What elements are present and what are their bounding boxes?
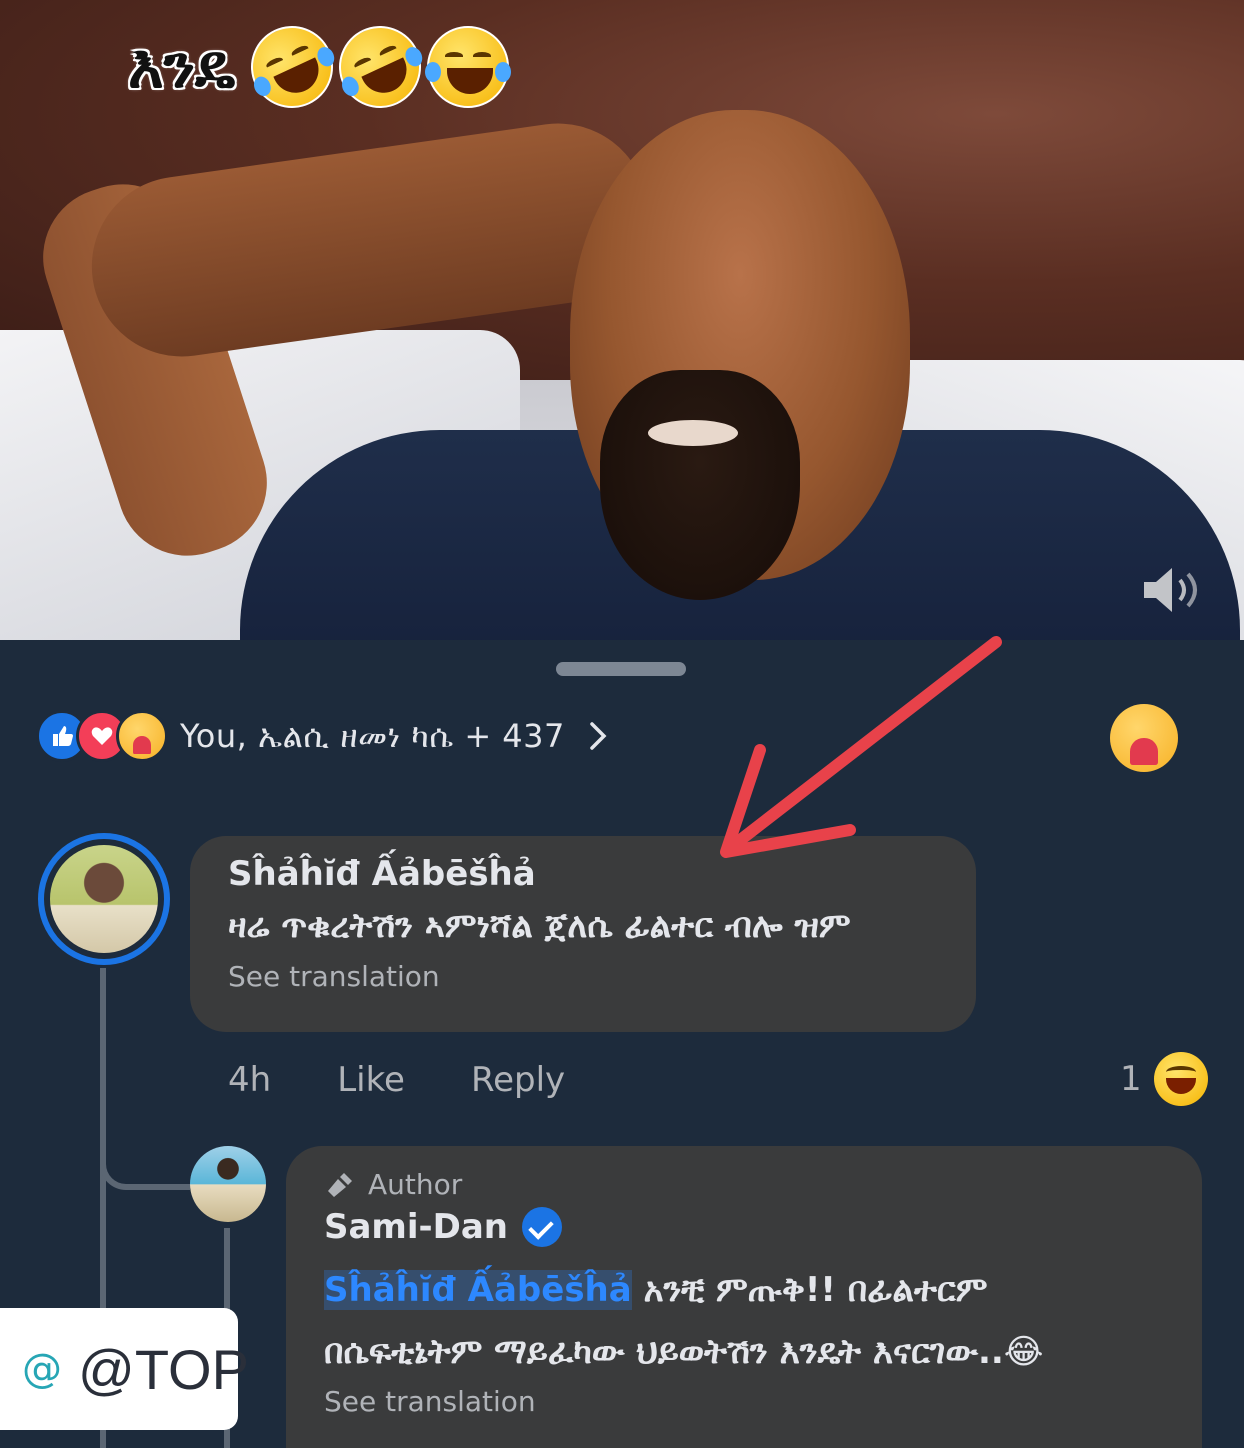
caption: እንዴ [128, 12, 512, 122]
see-translation-link[interactable]: See translation [324, 1385, 1164, 1418]
at-icon: @ [22, 1346, 62, 1392]
annotation-arrow [720, 636, 1002, 858]
reply-text-line2: በሴፍቲኔትም ማይፈካው ህይወትሽን እንዴት እናርገው..😂 [324, 1332, 1044, 1372]
comment-text: ዛሬ ጥቁረትሽን ኣምነሻል ጀለሴ ፊልተር ብሎ ዝም [228, 906, 851, 946]
drag-handle[interactable] [556, 662, 686, 676]
reactions-summary[interactable]: You, ኤልሲ ዘመነ ካሴ + 437 [36, 706, 613, 766]
person-mouth [648, 420, 738, 446]
care-reaction-button[interactable] [1110, 704, 1178, 772]
avatar-image [50, 845, 158, 953]
reply-author[interactable]: Sami-Dan [324, 1207, 508, 1247]
caption-text: እንዴ [128, 32, 236, 102]
comment-time: 4h [228, 1060, 272, 1100]
verified-icon [522, 1207, 562, 1247]
person-beard [600, 370, 800, 600]
video-frame[interactable]: እንዴ [0, 0, 1244, 640]
reply-bubble[interactable]: Author Sami-Dan Sĥảĥĭđ Ấảbēšĥả አንቺ ምጡቅ!!… [286, 1146, 1202, 1448]
reply-button[interactable]: Reply [471, 1060, 565, 1100]
rolling-laughing-emoji-icon [325, 12, 435, 122]
see-translation-link[interactable]: See translation [228, 960, 938, 993]
avatar[interactable] [38, 833, 170, 965]
reply-avatar[interactable] [190, 1146, 266, 1222]
reactions-text: You, ኤልሲ ዘመነ ካሴ + 437 [180, 716, 565, 755]
rolling-laughing-emoji-icon [237, 12, 347, 122]
watermark-tag: @ @TOP [0, 1308, 249, 1430]
watermark-text: @TOP [78, 1337, 249, 1401]
chevron-right-icon[interactable] [583, 721, 613, 751]
haha-icon [1153, 1052, 1208, 1106]
author-badge: Author [324, 1168, 1164, 1201]
reply-text: Sĥảĥĭđ Ấảbēšĥả አንቺ ምጡቅ!! በፊልተርም በሴፍቲኔትም … [324, 1259, 1164, 1383]
mention-link[interactable]: Sĥảĥĭđ Ấảbēšĥả [324, 1270, 632, 1310]
comment-actions: 4h Like Reply [228, 1060, 565, 1100]
speaker-icon[interactable] [1138, 562, 1202, 618]
comment-reaction-count[interactable]: 1 [1120, 1052, 1208, 1106]
reply-text-line1: አንቺ ምጡቅ!! በፊልተርም [643, 1270, 988, 1310]
tears-of-joy-emoji-icon [425, 26, 512, 108]
microphone-icon [328, 1172, 352, 1197]
care-icon [116, 710, 168, 762]
reaction-count: 1 [1120, 1059, 1142, 1099]
like-button[interactable]: Like [337, 1060, 405, 1100]
author-label: Author [368, 1168, 463, 1201]
thread-branch [100, 1150, 190, 1190]
